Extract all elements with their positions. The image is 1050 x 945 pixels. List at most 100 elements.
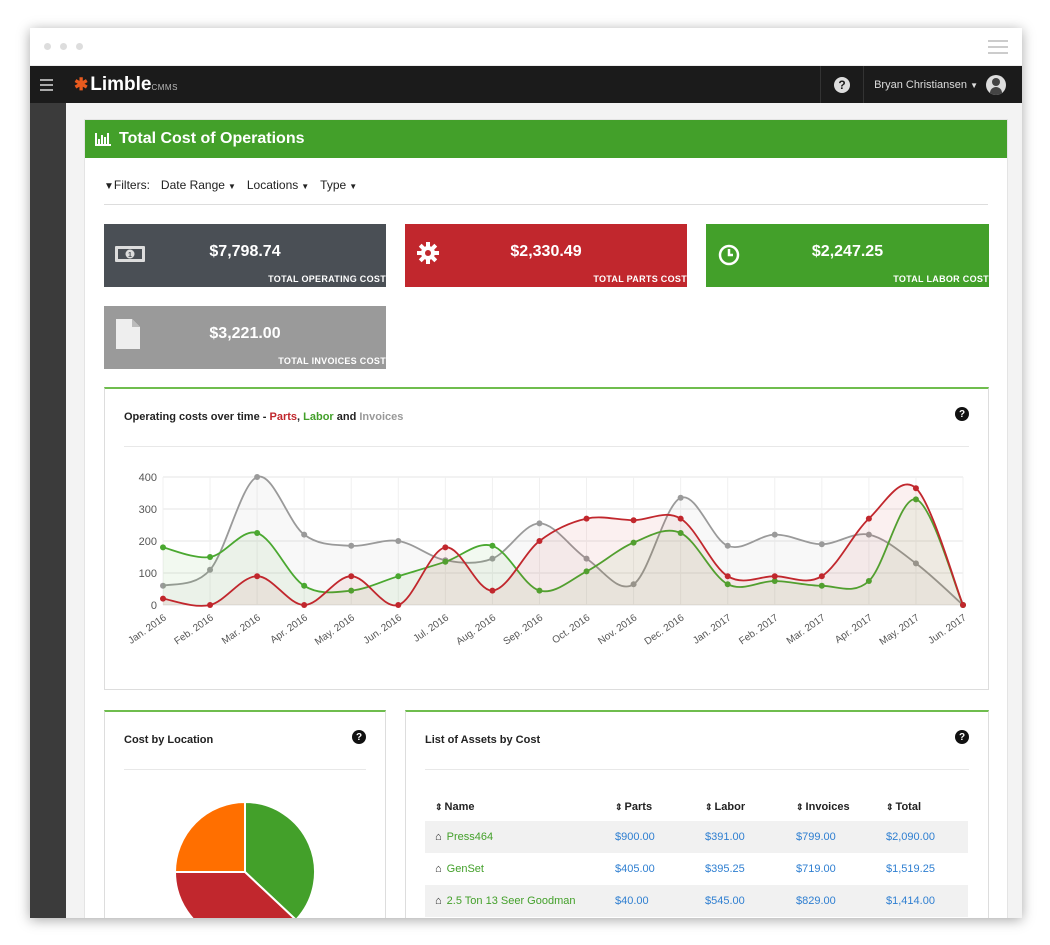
cost-by-location-card: Cost by Location ?: [104, 710, 386, 918]
caret-down-icon: ▼: [970, 80, 978, 90]
window-chrome: [30, 28, 1022, 66]
data-point-invoices[interactable]: [536, 520, 543, 527]
table-row[interactable]: ⌂ 2.5 Ton 13 Seer Goodman $40.00 $545.00 …: [425, 885, 968, 917]
data-point-parts[interactable]: [254, 573, 261, 580]
divider: [124, 769, 366, 770]
filters-bar: ▼Filters: Date Range ▼ Locations ▼ Type ▼: [104, 178, 357, 192]
data-point-invoices[interactable]: [348, 542, 355, 549]
caret-down-icon: ▼: [301, 182, 310, 191]
data-point-invoices[interactable]: [818, 541, 825, 548]
filter-date-range[interactable]: Date Range ▼: [161, 178, 236, 192]
data-point-invoices[interactable]: [301, 531, 308, 538]
cost-by-location-chart: [173, 800, 316, 918]
data-point-parts[interactable]: [912, 485, 919, 492]
column-header-parts[interactable]: ⇕ Parts: [605, 792, 695, 821]
table-row[interactable]: ⌂ GenSet $405.00 $395.25 $719.00 $1,519.2…: [425, 853, 968, 885]
help-icon[interactable]: ?: [955, 730, 969, 744]
data-point-labor[interactable]: [489, 542, 496, 549]
app-window: ✱ LimbleCMMS ? Bryan Christiansen ▼ Total…: [30, 28, 1022, 918]
asset-name[interactable]: ⌂ 2.5 Ton 13 Seer Goodman: [425, 885, 605, 917]
data-point-labor[interactable]: [160, 544, 166, 551]
legend-invoices: Invoices: [359, 411, 404, 423]
help-icon[interactable]: ?: [352, 730, 366, 744]
question-icon: ?: [834, 76, 851, 93]
data-point-parts[interactable]: [348, 573, 355, 580]
column-header-name[interactable]: ⇕ Name: [425, 792, 605, 821]
asset-labor: $545.00: [695, 885, 786, 917]
asset-total: $2,090.00: [876, 821, 968, 853]
caret-down-icon: ▼: [349, 182, 358, 191]
panel-title: Total Cost of Operations: [119, 130, 305, 147]
column-header-invoices[interactable]: ⇕ Invoices: [786, 792, 876, 821]
help-icon[interactable]: ?: [955, 407, 969, 421]
user-menu[interactable]: Bryan Christiansen ▼: [864, 79, 986, 91]
data-point-invoices[interactable]: [771, 531, 778, 538]
window-dot: [60, 43, 67, 50]
card-title: List of Assets by Cost: [425, 734, 541, 746]
column-header-labor[interactable]: ⇕ Labor: [695, 792, 786, 821]
data-point-parts[interactable]: [442, 544, 449, 551]
x-tick-label: Sep. 2016: [502, 612, 546, 647]
asset-name[interactable]: ⌂ GenSet: [425, 853, 605, 885]
data-point-parts[interactable]: [395, 602, 402, 608]
data-point-parts[interactable]: [677, 515, 684, 522]
x-tick-label: Aug. 2016: [454, 612, 498, 647]
data-point-parts[interactable]: [630, 517, 637, 524]
asset-invoices: $799.00: [786, 821, 876, 853]
x-tick-label: Jan. 2016: [126, 612, 169, 646]
data-point-invoices[interactable]: [395, 538, 402, 544]
hamburger-icon[interactable]: [40, 79, 53, 94]
data-point-invoices[interactable]: [724, 542, 731, 549]
x-tick-label: Jul. 2016: [412, 612, 452, 645]
table-row[interactable]: ⌂ Press464 $900.00 $391.00 $799.00 $2,090…: [425, 821, 968, 853]
stat-label: TOTAL PARTS COST: [593, 274, 687, 284]
stat-invoices-cost: $3,221.00 TOTAL INVOICES COST: [104, 306, 386, 369]
filter-locations[interactable]: Locations ▼: [247, 178, 309, 192]
data-point-parts[interactable]: [724, 573, 731, 580]
brand-logo[interactable]: ✱ LimbleCMMS: [74, 74, 178, 96]
data-point-labor[interactable]: [301, 582, 308, 589]
assets-by-cost-card: List of Assets by Cost ? ⇕ Name ⇕ Parts ⇕ L…: [405, 710, 989, 918]
data-point-parts[interactable]: [583, 515, 590, 522]
y-tick-label: 200: [139, 536, 157, 548]
asset-name[interactable]: ⌂ Press464: [425, 821, 605, 853]
asset-total: $1,519.25: [886, 863, 935, 875]
stat-parts-cost: $2,330.49 TOTAL PARTS COST: [405, 224, 687, 287]
data-point-labor[interactable]: [207, 554, 214, 560]
y-tick-label: 400: [139, 472, 157, 484]
data-point-parts[interactable]: [207, 602, 214, 608]
data-point-parts[interactable]: [301, 602, 308, 608]
column-header-total[interactable]: ⇕ Total: [876, 792, 968, 821]
data-point-labor[interactable]: [395, 573, 402, 580]
data-point-parts[interactable]: [160, 595, 166, 602]
help-button[interactable]: ?: [820, 66, 865, 103]
stat-value: $2,247.25: [811, 243, 884, 260]
x-tick-label: Oct. 2016: [550, 612, 592, 646]
x-tick-label: Apr. 2017: [833, 612, 875, 646]
y-tick-label: 0: [151, 600, 157, 612]
bar-chart-icon: [95, 132, 111, 146]
brand-suffix: CMMS: [151, 83, 178, 92]
data-point-parts[interactable]: [818, 573, 825, 580]
data-point-parts[interactable]: [489, 587, 496, 594]
asset-labor: $391.00: [695, 821, 786, 853]
stat-value: $3,221.00: [209, 325, 281, 342]
pie-slice[interactable]: [173, 800, 246, 873]
caret-down-icon: ▼: [227, 182, 236, 191]
data-point-parts[interactable]: [960, 602, 966, 608]
data-point-invoices[interactable]: [254, 474, 261, 480]
data-point-parts[interactable]: [865, 515, 872, 522]
data-point-parts[interactable]: [536, 538, 543, 544]
filter-type[interactable]: Type ▼: [320, 178, 357, 192]
divider: [124, 446, 969, 447]
data-point-parts[interactable]: [771, 573, 778, 580]
data-point-labor[interactable]: [254, 530, 261, 536]
legend-labor: Labor: [303, 411, 334, 423]
x-tick-label: May. 2016: [313, 612, 357, 648]
divider: [425, 769, 969, 770]
asset-total: $1,414.00: [876, 885, 968, 917]
logo-gear-icon: ✱: [74, 75, 89, 94]
avatar[interactable]: [986, 74, 1006, 95]
menu-icon[interactable]: [988, 40, 1008, 58]
data-point-invoices[interactable]: [677, 494, 684, 501]
